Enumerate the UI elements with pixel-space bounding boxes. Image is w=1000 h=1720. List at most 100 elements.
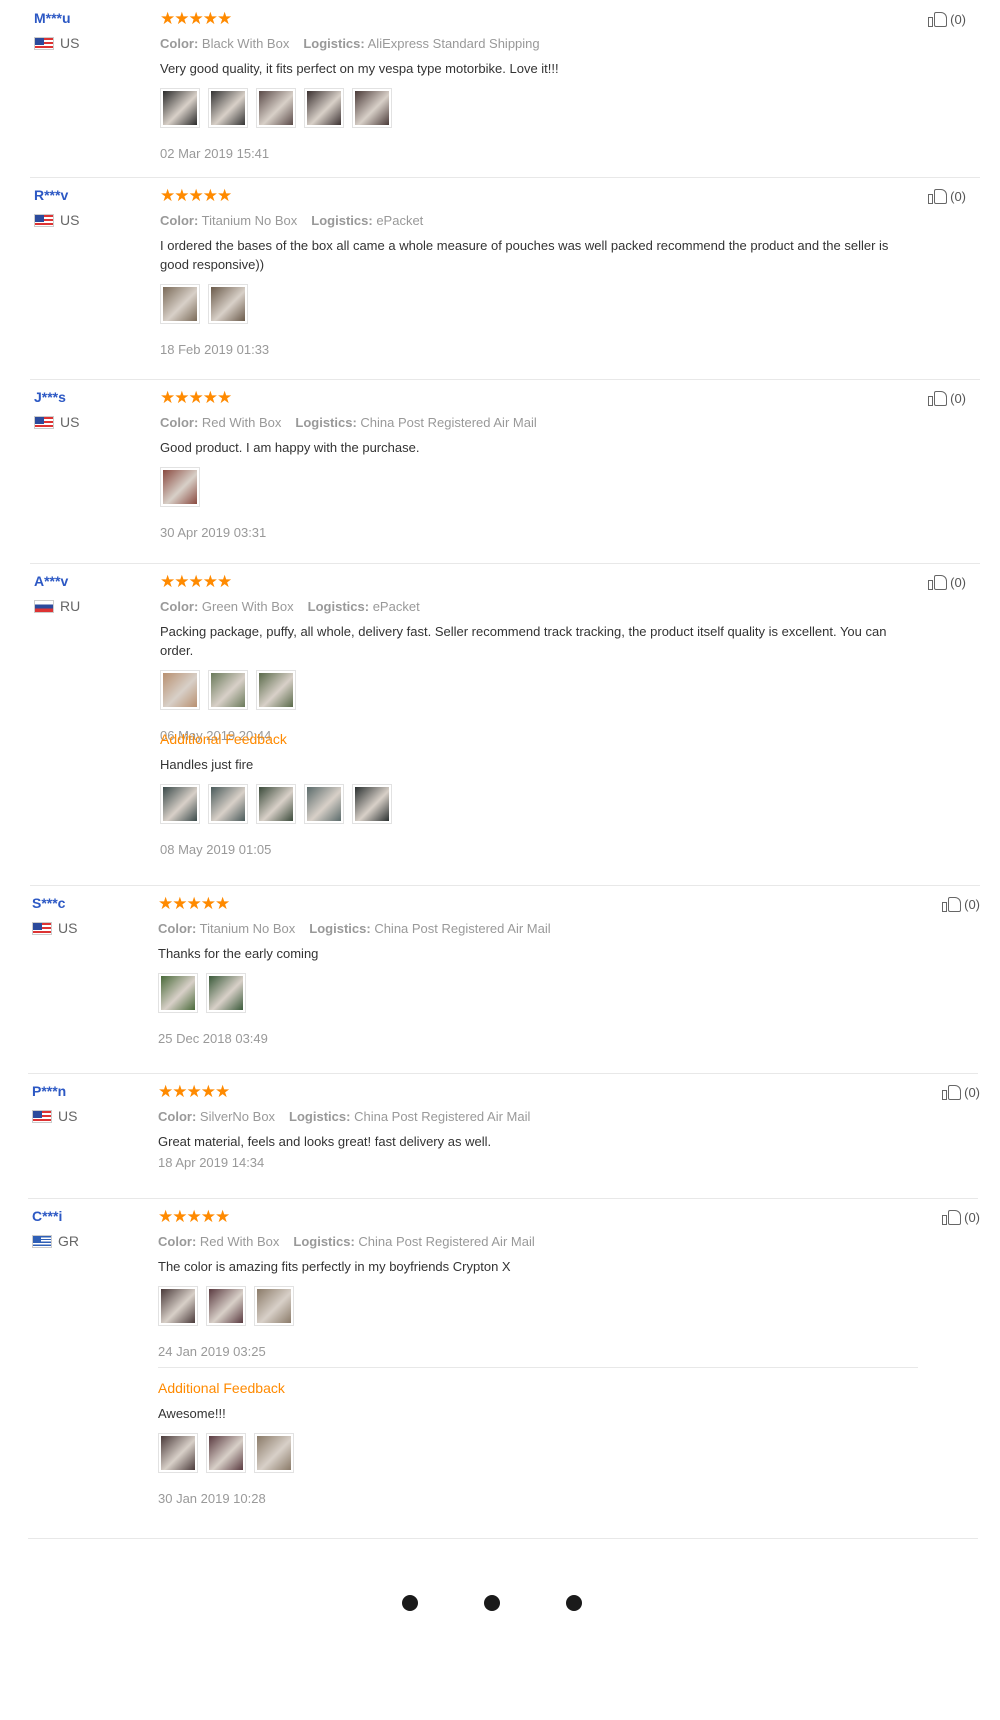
helpful-button[interactable]: (0) — [928, 389, 966, 407]
star-rating: ★★★★★ — [158, 1207, 230, 1226]
color-label: Color: — [158, 1109, 197, 1124]
helpful-count: (0) — [950, 574, 966, 590]
logistics-value: AliExpress Standard Shipping — [367, 36, 540, 51]
reviewer-country: US — [32, 920, 142, 936]
reviewer: C***i GR — [32, 1208, 142, 1249]
review-photo[interactable] — [208, 670, 248, 710]
color-value: Titanium No Box — [201, 213, 298, 228]
reviewer: A***v RU — [34, 573, 144, 614]
review-text: I ordered the bases of the box all came … — [160, 238, 889, 272]
helpful-button[interactable]: (0) — [928, 187, 966, 205]
review-photo[interactable] — [160, 670, 200, 710]
country-flag-icon — [34, 213, 54, 227]
thumbs-up-icon[interactable] — [942, 1208, 962, 1226]
reviewer-name[interactable]: P***n — [32, 1083, 142, 1099]
reviewer-name[interactable]: A***v — [34, 573, 144, 589]
color-value: Green With Box — [201, 599, 294, 614]
photo-strip — [160, 784, 890, 828]
thumbs-up-icon[interactable] — [942, 1083, 962, 1101]
reviewer-name[interactable]: C***i — [32, 1208, 142, 1224]
review-date: 25 Dec 2018 03:49 — [158, 1031, 268, 1046]
review-text: Great material, feels and looks great! f… — [158, 1134, 492, 1149]
review-photo[interactable] — [208, 784, 248, 824]
helpful-button[interactable]: (0) — [942, 1083, 980, 1101]
photo-strip — [158, 973, 888, 1017]
review-photo[interactable] — [160, 784, 200, 824]
logistics-value: China Post Registered Air Mail — [354, 1109, 531, 1124]
reviewer: M***u US — [34, 10, 144, 51]
photo-image — [209, 976, 243, 1010]
review-photo[interactable] — [206, 973, 246, 1013]
country-flag-icon — [32, 1234, 52, 1248]
review-photo[interactable] — [160, 284, 200, 324]
review-text: Packing package, puffy, all whole, deliv… — [160, 624, 887, 658]
helpful-button[interactable]: (0) — [928, 10, 966, 28]
thumbs-up-icon[interactable] — [928, 187, 948, 205]
photo-image — [163, 91, 197, 125]
review-photo[interactable] — [254, 1433, 294, 1473]
country-flag-icon — [32, 921, 52, 935]
helpful-count: (0) — [964, 896, 980, 912]
order-info: Color: Titanium No Box Logistics: China P… — [158, 921, 888, 936]
order-info: Color: Black With Box Logistics: AliExpre… — [160, 36, 890, 51]
photo-image — [259, 91, 293, 125]
review-photo[interactable] — [160, 467, 200, 507]
review-photo[interactable] — [206, 1286, 246, 1326]
order-info: Color: Red With Box Logistics: China Post… — [160, 415, 890, 430]
review-photo[interactable] — [352, 784, 392, 824]
review-photo[interactable] — [206, 1433, 246, 1473]
thumbs-up-icon[interactable] — [928, 389, 948, 407]
helpful-count: (0) — [950, 11, 966, 27]
reviewer: S***c US — [32, 895, 142, 936]
photo-strip — [160, 284, 890, 328]
review-photo[interactable] — [254, 1286, 294, 1326]
photo-image — [307, 91, 341, 125]
reviewer-name[interactable]: J***s — [34, 389, 144, 405]
pagination-dot[interactable] — [484, 1595, 500, 1611]
reviewer-name[interactable]: M***u — [34, 10, 144, 26]
country-code: US — [58, 920, 78, 936]
review-content: ★★★★★ Color: Red With Box Logistics: China… — [158, 1207, 918, 1506]
photo-image — [161, 1289, 195, 1323]
reviewer-name[interactable]: R***v — [34, 187, 144, 203]
review-photo[interactable] — [352, 88, 392, 128]
review-photo[interactable] — [158, 973, 198, 1013]
reviewer-name[interactable]: S***c — [32, 895, 142, 911]
pagination-dot[interactable] — [402, 1595, 418, 1611]
review-photo[interactable] — [158, 1433, 198, 1473]
reviewer-country: RU — [34, 598, 144, 614]
star-rating: ★★★★★ — [160, 572, 232, 591]
reviewer-country: US — [32, 1108, 142, 1124]
review-photo[interactable] — [256, 88, 296, 128]
helpful-button[interactable]: (0) — [942, 895, 980, 913]
star-rating: ★★★★★ — [160, 9, 232, 28]
review-date: 18 Feb 2019 01:33 — [160, 342, 270, 357]
thumbs-up-icon[interactable] — [928, 10, 948, 28]
review-photo[interactable] — [304, 88, 344, 128]
helpful-count: (0) — [964, 1209, 980, 1225]
review-item: J***s US ★★★★★ Color: Red With Box Logistics… — [30, 379, 980, 564]
order-info: Color: SilverNo Box Logistics: China Post… — [158, 1109, 888, 1124]
logistics-value: China Post Registered Air Mail — [358, 1234, 535, 1249]
review-photo[interactable] — [158, 1286, 198, 1326]
review-photo[interactable] — [160, 88, 200, 128]
review-photo[interactable] — [208, 284, 248, 324]
review-photo[interactable] — [208, 88, 248, 128]
thumbs-up-icon[interactable] — [928, 573, 948, 591]
review-photo[interactable] — [304, 784, 344, 824]
pagination-dot[interactable] — [566, 1595, 582, 1611]
additional-feedback-text: Handles just fire — [160, 757, 254, 772]
review-item: R***v US ★★★★★ Color: Titanium No Box Logist… — [30, 177, 980, 380]
photo-image — [211, 787, 245, 821]
review-photo[interactable] — [256, 670, 296, 710]
review-text: Thanks for the early coming — [158, 946, 319, 961]
review-photo[interactable] — [256, 784, 296, 824]
logistics-value: ePacket — [376, 213, 424, 228]
review-content: ★★★★★ Color: Red With Box Logistics: China… — [160, 389, 890, 540]
helpful-button[interactable]: (0) — [942, 1208, 980, 1226]
logistics-label: Logistics: — [309, 921, 371, 936]
star-rating: ★★★★★ — [160, 388, 232, 407]
helpful-button[interactable]: (0) — [928, 573, 966, 591]
photo-image — [307, 787, 341, 821]
thumbs-up-icon[interactable] — [942, 895, 962, 913]
